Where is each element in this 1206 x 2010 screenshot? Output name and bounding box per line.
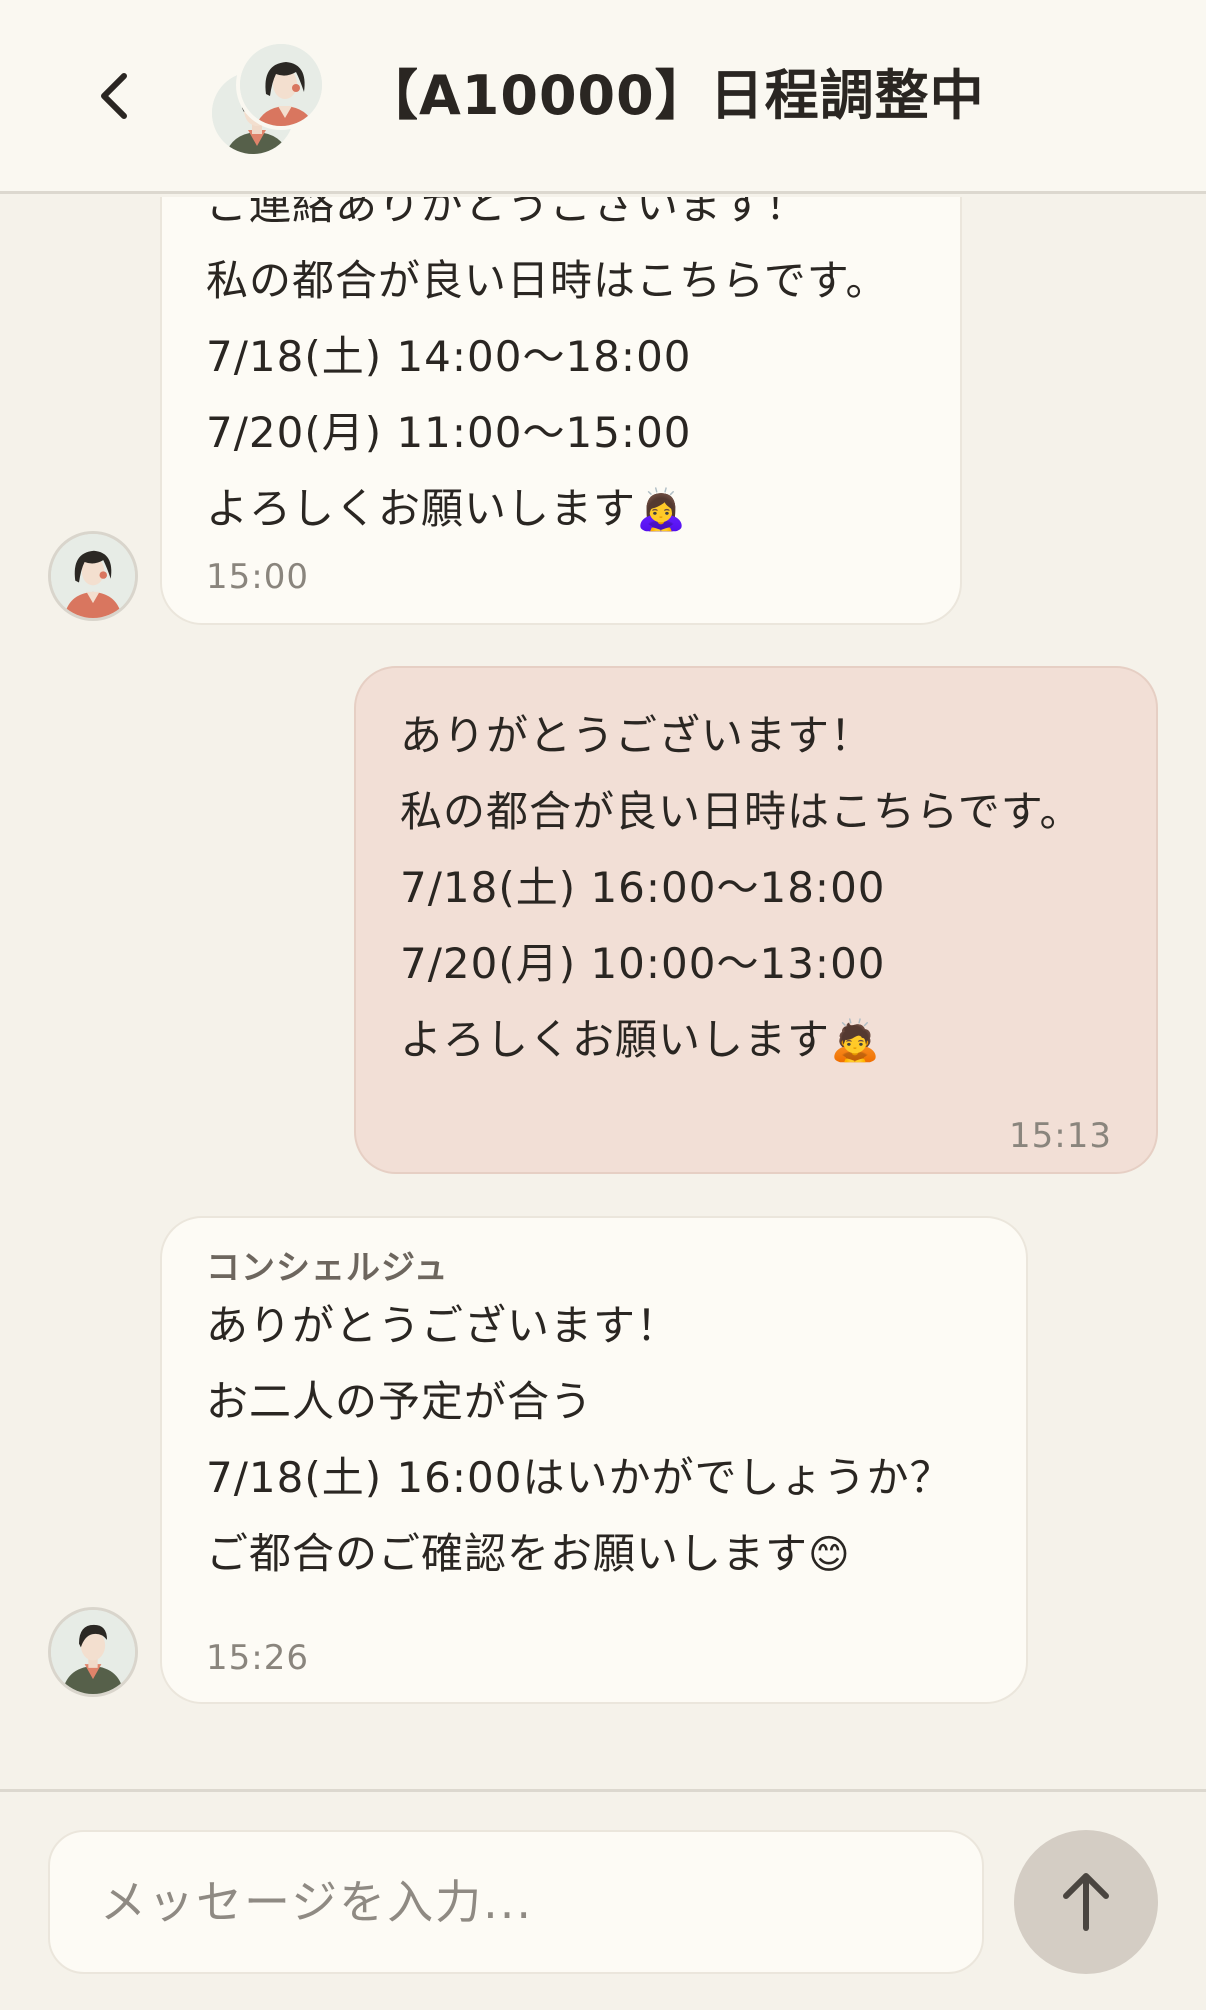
message-line: 7/20(月) 10:00〜13:00 [400,939,886,988]
bowing-woman-emoji: 🙇‍♀️ [636,487,687,533]
partner-avatar [236,40,326,130]
message-line: 私の都合が良い日時はこちらです。 [400,787,1083,836]
message-bubble-incoming: ご連絡ありがとうございます！ 私の都合が良い日時はこちらです。 7/18(土) … [160,197,962,625]
message-line: 7/18(土) 14:00〜18:00 [206,332,692,381]
partner-avatar[interactable] [48,531,138,621]
message-line: 私の都合が良い日時はこちらです。 [206,256,889,305]
message-time: 15:26 [206,1638,309,1678]
chevron-left-icon [101,73,127,119]
smiling-face-emoji: 😊 [808,1532,851,1578]
chat-header: 【A10000】日程調整中 [0,0,1206,194]
message-line: ありがとうございます！ [400,711,874,760]
concierge-avatar[interactable] [48,1607,138,1697]
bowing-person-emoji: 🙇 [830,1018,881,1064]
message-line: 7/20(月) 11:00〜15:00 [206,408,692,457]
message-line: よろしくお願いします🙇‍♀️ [206,484,687,533]
message-line: ご連絡ありがとうございます！ [206,197,809,229]
message-bubble-incoming: コンシェルジュ ありがとうございます！ お二人の予定が合う 7/18(土) 16… [160,1216,1028,1704]
chat-title: 【A10000】日程調整中 [364,64,985,127]
send-button[interactable] [1014,1830,1158,1974]
message-bubble-outgoing: ありがとうございます！ 私の都合が良い日時はこちらです。 7/18(土) 16:… [354,666,1158,1174]
message-line: ありがとうございます！ [206,1301,680,1350]
message-line: 7/18(土) 16:00〜18:00 [400,863,886,912]
message-line: お二人の予定が合う [206,1377,594,1426]
participants-avatars [208,40,328,160]
message-time: 15:00 [206,557,309,597]
message-line: よろしくお願いします🙇 [400,1015,881,1064]
arrow-up-icon [1063,1873,1109,1931]
sender-name: コンシェルジュ [206,1248,449,1288]
message-input[interactable] [48,1830,984,1974]
message-list[interactable]: ご連絡ありがとうございます！ 私の都合が良い日時はこちらです。 7/18(土) … [0,197,1206,1789]
message-line: 7/18(土) 16:00はいかがでしょうか？ [206,1453,953,1502]
back-button[interactable] [88,64,144,128]
message-time: 15:13 [1009,1116,1112,1156]
message-composer [0,1789,1206,2010]
message-line: ご都合のご確認をお願いします😊 [206,1529,851,1578]
